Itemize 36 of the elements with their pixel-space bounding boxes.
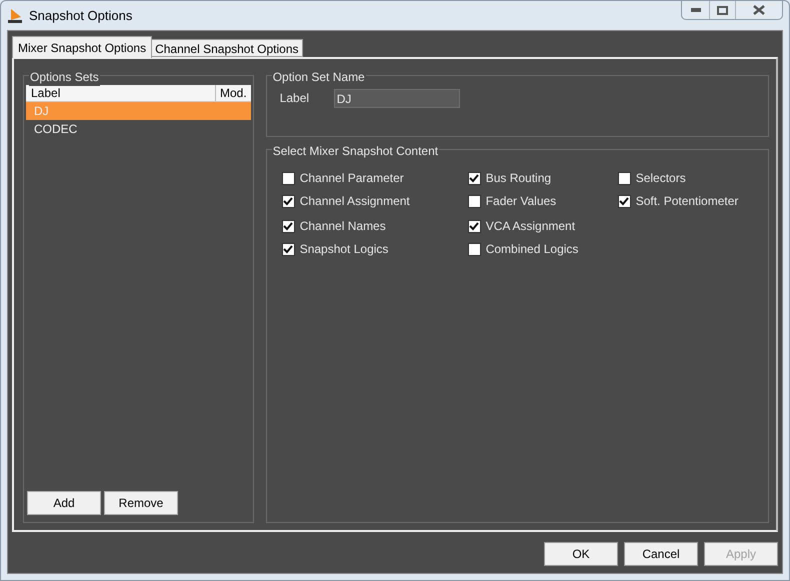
checkbox[interactable] [618, 194, 631, 208]
checkbox[interactable] [468, 220, 481, 232]
checkbox[interactable] [468, 172, 481, 184]
list-button[interactable]: Remove [104, 491, 178, 515]
checkbox[interactable] [282, 194, 295, 208]
dialog-button[interactable]: Cancel [624, 542, 698, 566]
checkbox-label: VCA Assignment [486, 218, 576, 235]
window-title: Snapshot Options [29, 6, 132, 25]
close-icon [753, 5, 765, 15]
checkbox[interactable] [618, 172, 631, 184]
tab[interactable]: Mixer Snapshot Options [12, 36, 152, 58]
checkbox[interactable] [282, 220, 295, 232]
list-row[interactable]: CODEC [26, 120, 251, 138]
maximize-icon [717, 6, 728, 14]
checkbox-label: Channel Names [300, 218, 386, 235]
app-icon [7, 8, 23, 24]
checkbox-label: Channel Assignment [300, 193, 410, 210]
minimize-icon [690, 8, 700, 12]
list-button[interactable]: Add [27, 491, 101, 515]
checkbox[interactable] [282, 172, 295, 184]
checkbox-label: Channel Parameter [300, 170, 404, 187]
tab[interactable]: Channel Snapshot Options [151, 39, 302, 57]
checkbox-label: Bus Routing [486, 170, 552, 187]
checkbox-label: Selectors [636, 170, 686, 187]
checkbox[interactable] [282, 242, 295, 256]
checkbox-label: Combined Logics [486, 241, 578, 258]
column-header[interactable]: Label [26, 85, 216, 101]
field-label: Label [280, 90, 310, 107]
label-field[interactable]: DJ [334, 89, 460, 108]
column-header[interactable]: Mod. [216, 85, 251, 101]
checkbox-label: Snapshot Logics [300, 241, 388, 258]
checkbox-label: Soft. Potentiometer [636, 193, 738, 210]
checkbox[interactable] [468, 194, 481, 208]
checkbox-label: Fader Values [486, 193, 556, 210]
checkbox[interactable] [468, 242, 481, 256]
dialog-button[interactable]: OK [544, 542, 618, 566]
